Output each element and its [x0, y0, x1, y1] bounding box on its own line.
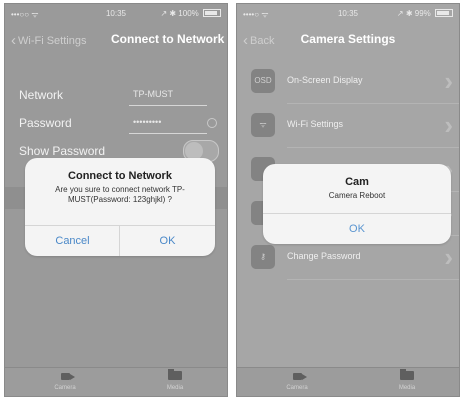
tab-camera-label: Camera: [54, 385, 76, 391]
eye-icon[interactable]: [207, 118, 217, 128]
battery-text: ↗ ✱ 99%: [396, 9, 431, 18]
nav-bar: ‹ Wi-Fi Settings Connect to Network: [5, 24, 227, 56]
dialog-buttons: OK: [263, 213, 451, 244]
network-row: Network TP-MUST: [5, 80, 227, 108]
password-underline: [129, 133, 207, 134]
settings-item-label: Change Password: [287, 251, 361, 261]
battery-icon: [203, 9, 221, 17]
dialog-title: Connect to Network: [68, 170, 172, 182]
tab-camera[interactable]: Camera: [35, 371, 95, 391]
page-title: Camera Settings: [300, 32, 396, 46]
network-underline: [129, 105, 207, 106]
dialog-message: Camera Reboot: [328, 191, 386, 200]
back-button[interactable]: ‹ Wi-Fi Settings: [11, 32, 86, 49]
tab-media[interactable]: Media: [145, 369, 205, 391]
password-field[interactable]: •••••••••: [133, 117, 161, 127]
reboot-dialog: Cam Camera Reboot OK: [263, 164, 451, 244]
settings-item-label: On-Screen Display: [287, 75, 363, 85]
folder-icon: [377, 369, 437, 383]
dialog-title: Cam: [345, 176, 369, 188]
ok-button[interactable]: OK: [263, 214, 451, 244]
dialog-message: Are you sure to connect network TP-MUST(…: [55, 185, 185, 204]
page-title: Connect to Network: [111, 32, 225, 46]
back-label: Wi-Fi Settings: [18, 35, 87, 47]
tab-media[interactable]: Media: [377, 369, 437, 391]
right-phone-screen: ••••○ ᯤ 10:35 ↗ ✱ 99% ‹ Back Camera Setti…: [236, 3, 460, 397]
tab-media-label: Media: [398, 385, 416, 391]
key-icon: ⚷: [251, 245, 275, 269]
network-label: Network: [19, 88, 64, 102]
settings-item-osd[interactable]: OSD On-Screen Display ›: [237, 60, 459, 104]
tab-bar: Camera Media: [237, 367, 459, 396]
connect-dialog: Connect to Network Are you sure to conne…: [25, 158, 215, 256]
nav-bar: ‹ Back Camera Settings: [237, 24, 459, 56]
cancel-button[interactable]: Cancel: [25, 226, 120, 256]
wifi-icon: ᯤ: [251, 113, 275, 137]
status-bar: ••••○ ᯤ 10:35 ↗ ✱ 99%: [237, 4, 459, 22]
password-row: Password •••••••••: [5, 108, 227, 136]
chevron-right-icon: ›: [444, 66, 453, 96]
show-password-label: Show Password: [19, 144, 106, 158]
chevron-right-icon: ›: [444, 242, 453, 272]
settings-item-wifi[interactable]: ᯤ Wi-Fi Settings ›: [237, 104, 459, 148]
tab-camera-label: Camera: [286, 385, 308, 391]
video-camera-icon: [35, 371, 95, 383]
dialog-buttons: Cancel OK: [25, 225, 215, 256]
settings-item-label: Wi-Fi Settings: [287, 119, 344, 129]
ok-button[interactable]: OK: [119, 226, 215, 256]
status-bar: •••○○ ᯤ 10:35 ↗ ✱ 100%: [5, 4, 227, 22]
battery-icon: [435, 9, 453, 17]
tab-camera[interactable]: Camera: [267, 371, 327, 391]
status-right: ↗ ✱ 99%: [397, 9, 453, 18]
password-label: Password: [19, 116, 72, 130]
chevron-left-icon: ‹: [11, 32, 16, 49]
folder-icon: [145, 369, 205, 383]
left-phone-screen: •••○○ ᯤ 10:35 ↗ ✱ 100% ‹ Wi-Fi Settings C…: [4, 3, 228, 397]
osd-icon: OSD: [251, 69, 275, 93]
battery-text: ↗ ✱ 100%: [160, 9, 199, 18]
tab-media-label: Media: [166, 385, 184, 391]
status-right: ↗ ✱ 100%: [160, 9, 221, 18]
chevron-right-icon: ›: [444, 110, 453, 140]
video-camera-icon: [267, 371, 327, 383]
network-field[interactable]: TP-MUST: [133, 89, 173, 99]
tab-bar: Camera Media: [5, 367, 227, 396]
